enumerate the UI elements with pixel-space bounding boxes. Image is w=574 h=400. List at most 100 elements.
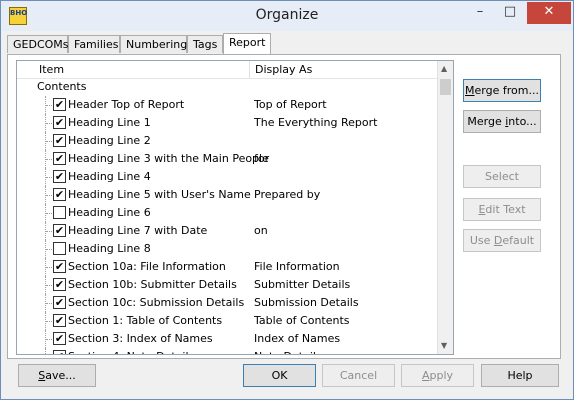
merge-from-label-post: erge from... (474, 84, 539, 97)
item-checkbox[interactable]: ✔ (53, 350, 66, 354)
item-name: Heading Line 1 (68, 116, 151, 129)
item-checkbox[interactable] (53, 242, 66, 255)
title-bar[interactable]: BHO Organize – □ ✕ (1, 1, 573, 31)
item-name: Section 10c: Submission Details (68, 296, 245, 309)
item-checkbox[interactable]: ✔ (53, 134, 66, 147)
item-checkbox[interactable] (53, 206, 66, 219)
scroll-up-icon[interactable]: ▲ (441, 64, 447, 73)
tree-item[interactable]: ✔ Heading Line 1 The Everything Report (17, 114, 437, 132)
use-default-button[interactable]: Use Default (463, 229, 541, 252)
tree-guide-line (45, 348, 47, 354)
tree-item[interactable]: ✔ Header Top of Report Top of Report (17, 96, 437, 114)
item-name: Heading Line 3 with the Main People (68, 152, 269, 165)
item-checkbox[interactable]: ✔ (53, 188, 66, 201)
edit-text-button[interactable]: Edit Text (463, 198, 541, 221)
item-display-as: Note Details (254, 348, 322, 354)
tree-item[interactable]: ✔ Heading Line 5 with User's Name Prepared… (17, 186, 437, 204)
cancel-button[interactable]: Cancel (322, 364, 395, 387)
merge-into-label-pre: Merge (467, 115, 506, 128)
item-display-as: Prepared by (254, 188, 321, 201)
report-tab-panel: Item Display As Contents ✔ Header Top of … (7, 54, 561, 359)
item-name: Header Top of Report (68, 98, 185, 111)
tree-item[interactable]: ✔ Section 1: Table of Contents Table of Co… (17, 312, 437, 330)
item-display-as: Submitter Details (254, 278, 351, 291)
item-checkbox[interactable]: ✔ (53, 116, 66, 129)
tab-tags[interactable]: Tags (187, 35, 223, 53)
maximize-button[interactable]: □ (495, 2, 525, 24)
ok-button[interactable]: OK (243, 364, 316, 387)
item-display-as: Submission Details (254, 296, 359, 309)
item-checkbox[interactable]: ✔ (53, 224, 66, 237)
help-button[interactable]: Help (481, 364, 559, 387)
scroll-down-icon[interactable]: ▼ (441, 341, 447, 350)
tree-item[interactable]: ✔Section 4: Note Details Note Details (17, 348, 437, 354)
item-display-as: The Everything Report (254, 116, 378, 129)
tree-item[interactable]: ✔ Section 10b: Submitter Details Submitter… (17, 276, 437, 294)
item-name: Section 10b: Submitter Details (68, 278, 237, 291)
item-name: Heading Line 5 with User's Name (68, 188, 251, 201)
merge-into-label-post: nto... (508, 115, 537, 128)
tab-families[interactable]: Families (68, 35, 120, 53)
item-checkbox[interactable]: ✔ (53, 278, 66, 291)
tab-gedcoms[interactable]: GEDCOMs (7, 35, 69, 53)
tree-item[interactable]: ✔ Heading Line 7 with Date on (17, 222, 437, 240)
close-button[interactable]: ✕ (527, 2, 571, 24)
tree-item[interactable]: Heading Line 8 (17, 240, 437, 258)
use-default-label-post: efault (502, 234, 535, 247)
item-display-as: for (254, 152, 270, 165)
tree-item[interactable]: ✔ Section 3: Index of Names Index of Names (17, 330, 437, 348)
item-checkbox[interactable]: ✔ (53, 314, 66, 327)
tree-item[interactable]: ✔ Heading Line 4 (17, 168, 437, 186)
tree-item[interactable]: ✔ Heading Line 3 with the Main People for (17, 150, 437, 168)
tree-root-label: Contents (37, 80, 87, 93)
merge-from-mnemonic: M (465, 84, 475, 97)
item-checkbox[interactable]: ✔ (53, 170, 66, 183)
item-checkbox[interactable]: ✔ (53, 98, 66, 111)
item-display-as: File Information (254, 260, 340, 273)
select-button[interactable]: Select (463, 165, 541, 188)
item-checkbox[interactable]: ✔ (53, 260, 66, 273)
save-button[interactable]: Save... (18, 364, 96, 387)
tab-report[interactable]: Report (223, 33, 271, 54)
item-display-as: Top of Report (254, 98, 327, 111)
item-checkbox[interactable]: ✔ (53, 296, 66, 309)
item-name: Heading Line 2 (68, 134, 151, 147)
apply-mnemonic: A (421, 369, 430, 382)
tree-body: Contents ✔ Header Top of Report Top of Rep… (17, 78, 437, 354)
column-header-display-as[interactable]: Display As (255, 63, 312, 76)
merge-from-button[interactable]: Merge from... (463, 79, 541, 102)
item-name: Heading Line 4 (68, 170, 151, 183)
use-default-label-pre: Use (469, 234, 494, 247)
item-name: Section 3: Index of Names (68, 332, 213, 345)
tree-item[interactable]: ✔ Section 10a: File Information File Infor… (17, 258, 437, 276)
scroll-thumb[interactable] (440, 79, 451, 95)
column-divider[interactable] (249, 61, 250, 78)
apply-button[interactable]: Apply (401, 364, 474, 387)
item-name: Section 1: Table of Contents (68, 314, 223, 327)
save-label-post: ave... (45, 369, 76, 382)
item-name: Heading Line 8 (68, 242, 151, 255)
report-items-tree[interactable]: Item Display As Contents ✔ Header Top of … (16, 60, 454, 355)
vertical-scrollbar[interactable]: ▲ ▼ (437, 61, 453, 354)
tree-item[interactable]: ✔ Heading Line 2 (17, 132, 437, 150)
apply-label-post: pply (429, 369, 454, 382)
column-header-item[interactable]: Item (39, 63, 64, 76)
item-name: Section 10a: File Information (68, 260, 226, 273)
tab-numbering[interactable]: Numbering (120, 35, 187, 53)
column-header: Item Display As (17, 61, 437, 79)
tree-item[interactable]: ✔ Section 10c: Submission Details Submissi… (17, 294, 437, 312)
organize-window: BHO Organize – □ ✕ GEDCOMs Families Numb… (0, 0, 574, 400)
item-display-as: Index of Names (254, 332, 341, 345)
item-name: Section 4: Note Details (68, 348, 194, 354)
item-display-as: Table of Contents (254, 314, 350, 327)
minimize-button[interactable]: – (465, 2, 495, 24)
item-name: Heading Line 6 (68, 206, 151, 219)
item-name: Heading Line 7 with Date (68, 224, 208, 237)
merge-into-button[interactable]: Merge into... (463, 110, 541, 133)
tree-item[interactable]: Heading Line 6 (17, 204, 437, 222)
select-label: Select (485, 170, 519, 183)
item-display-as: on (254, 224, 268, 237)
item-checkbox[interactable]: ✔ (53, 332, 66, 345)
tree-root[interactable]: Contents (17, 78, 437, 96)
item-checkbox[interactable]: ✔ (53, 152, 66, 165)
